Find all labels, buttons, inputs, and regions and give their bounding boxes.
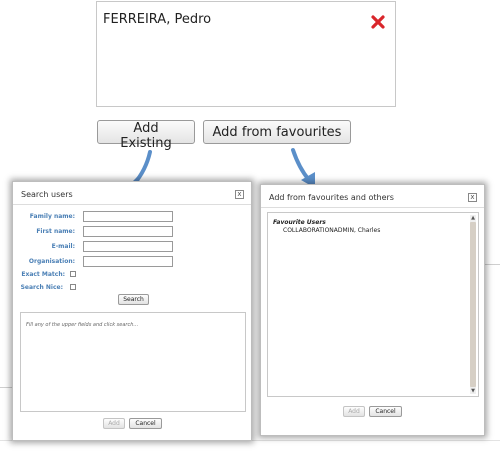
add-existing-button[interactable]: Add Existing bbox=[97, 120, 195, 151]
user-entry-name: FERREIRA, Pedro bbox=[103, 12, 212, 27]
exact-match-checkbox[interactable] bbox=[70, 271, 76, 277]
cancel-button[interactable]: Cancel bbox=[369, 406, 402, 417]
scroll-down-icon[interactable]: ▼ bbox=[470, 388, 476, 394]
organisation-input[interactable] bbox=[83, 256, 173, 267]
selected-users-box: FERREIRA, Pedro bbox=[96, 1, 396, 107]
favourite-users-heading: Favourite Users bbox=[273, 219, 326, 226]
search-button[interactable]: Search bbox=[118, 294, 149, 305]
first-name-input[interactable] bbox=[83, 226, 173, 237]
add-from-favourites-button[interactable]: Add from favourites bbox=[203, 120, 351, 144]
scroll-up-icon[interactable]: ▲ bbox=[470, 215, 476, 221]
list-scrollbar[interactable]: ▲ ▼ bbox=[470, 215, 476, 394]
email-input[interactable] bbox=[83, 241, 173, 252]
list-item[interactable]: COLLABORATIONADMIN, Charles bbox=[283, 227, 380, 234]
search-nice-checkbox[interactable] bbox=[70, 284, 76, 290]
favourites-list: Favourite Users COLLABORATIONADMIN, Char… bbox=[267, 212, 479, 397]
background-divider bbox=[0, 387, 12, 388]
close-icon[interactable]: x bbox=[235, 190, 244, 199]
exact-match-label: Exact Match: bbox=[21, 271, 65, 278]
remove-user-icon[interactable] bbox=[371, 15, 385, 29]
favourites-dialog: Add from favourites and others x Favouri… bbox=[260, 184, 485, 436]
first-name-label: First name: bbox=[36, 228, 75, 235]
scroll-thumb[interactable] bbox=[470, 222, 476, 387]
dialog-title: Add from favourites and others bbox=[269, 193, 394, 202]
search-hint: Fill any of the upper fields and click s… bbox=[26, 322, 139, 328]
search-nice-label: Search Nice: bbox=[20, 284, 63, 291]
cancel-button[interactable]: Cancel bbox=[129, 418, 162, 429]
family-name-input[interactable] bbox=[83, 211, 173, 222]
dialog-divider bbox=[261, 207, 484, 208]
add-button[interactable]: Add bbox=[343, 406, 365, 417]
dialog-title: Search users bbox=[21, 190, 73, 199]
background-divider bbox=[485, 264, 500, 265]
email-label: E-mail: bbox=[51, 243, 75, 250]
add-button[interactable]: Add bbox=[103, 418, 125, 429]
organisation-label: Organisation: bbox=[28, 258, 75, 265]
search-results-box: Fill any of the upper fields and click s… bbox=[20, 312, 246, 412]
search-users-dialog: Search users x Family name: First name: … bbox=[12, 181, 252, 441]
dialog-divider bbox=[13, 204, 251, 205]
close-icon[interactable]: x bbox=[468, 193, 477, 202]
family-name-label: Family name: bbox=[29, 213, 75, 220]
